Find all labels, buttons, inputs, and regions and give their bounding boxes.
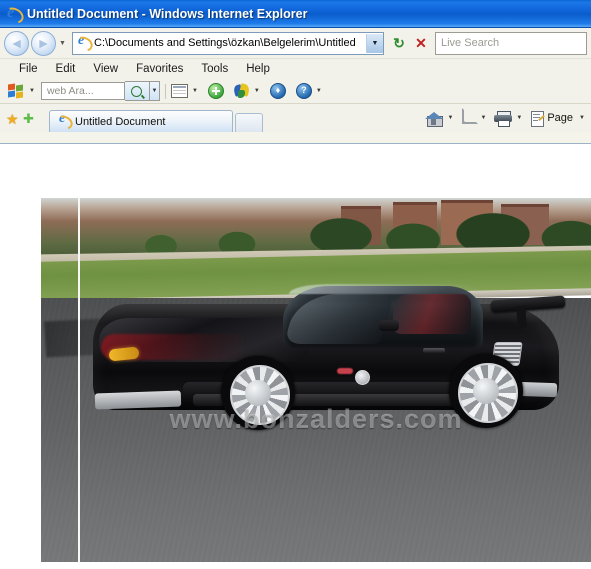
forward-arrow-icon: ► [36, 35, 51, 51]
history-dropdown-button[interactable]: ▼ [56, 32, 69, 54]
address-bar[interactable]: e C:\Documents and Settings\özkan\Belgel… [72, 31, 384, 55]
close-icon: ✕ [415, 34, 427, 51]
door-handle [423, 348, 445, 353]
web-search-button[interactable] [124, 81, 150, 101]
forward-button[interactable]: ► [31, 30, 56, 56]
green-plus-icon[interactable] [207, 83, 224, 99]
home-icon[interactable] [425, 111, 444, 127]
rss-dropdown[interactable]: ▼ [480, 115, 486, 121]
tab-bar: ★ ✚ e Untitled Document ▼ ▼ ▼ Page ▼ [0, 104, 591, 132]
chevron-down-icon: ▼ [371, 39, 379, 47]
fuel-cap [355, 370, 370, 385]
menu-item-help[interactable]: Help [237, 62, 279, 76]
image-seam-line [78, 198, 80, 562]
help-dropdown[interactable]: ▼ [316, 88, 322, 94]
help-question-icon[interactable]: ? [295, 83, 312, 99]
tab-strip: e Untitled Document [49, 108, 263, 132]
internet-explorer-icon: e [1, 3, 27, 27]
messenger-dropdown[interactable]: ▼ [254, 88, 260, 94]
msn-brand-dropdown[interactable]: ▼ [29, 88, 35, 94]
tab-label: Untitled Document [75, 115, 166, 128]
command-bar: ▼ ▼ ▼ Page ▼ [425, 106, 591, 130]
web-search-input[interactable]: web Ara... [40, 82, 125, 100]
form-fill-icon[interactable] [170, 84, 188, 98]
windows-flag-icon[interactable] [8, 83, 25, 99]
tab-untitled-document[interactable]: e Untitled Document [49, 110, 233, 132]
chevron-down-icon: ▼ [151, 88, 158, 94]
address-dropdown-button[interactable]: ▼ [366, 33, 383, 53]
car-photo[interactable]: www.bonzalders.com Black Nissan 350Z spo… [41, 198, 591, 562]
new-tab-button[interactable] [235, 113, 263, 132]
menu-item-tools[interactable]: Tools [192, 62, 237, 76]
front-splitter [94, 390, 182, 410]
chevron-down-icon: ▼ [59, 39, 66, 47]
phishing-filter-icon[interactable]: ♦ [269, 83, 286, 99]
title-bar: e Untitled Document - Windows Internet E… [0, 0, 591, 28]
rear-wheel [449, 354, 523, 428]
menu-item-file[interactable]: File [10, 62, 47, 76]
road-marker [337, 368, 353, 374]
page-dropdown[interactable]: ▼ [579, 115, 585, 121]
toolbar-separator [164, 83, 166, 99]
address-input[interactable]: C:\Documents and Settings\özkan\Belgeler… [94, 36, 366, 50]
msn-toolbar: ▼ web Ara... ▼ ▼ ▼ ♦ ? ▼ [0, 79, 591, 104]
window-title: Untitled Document - Windows Internet Exp… [27, 6, 308, 21]
page-icon[interactable] [530, 110, 546, 127]
front-wheel [221, 356, 295, 430]
refresh-button[interactable]: ↻ [388, 32, 410, 54]
form-fill-dropdown[interactable]: ▼ [192, 88, 198, 94]
side-mirror [379, 320, 399, 331]
search-input[interactable]: Live Search [441, 37, 499, 49]
add-favorite-icon[interactable]: ✚ [23, 112, 40, 126]
menu-item-view[interactable]: View [84, 62, 127, 76]
web-search-placeholder: web Ara... [46, 85, 94, 97]
stop-button[interactable]: ✕ [410, 32, 432, 54]
page-content-area: www.bonzalders.com Black Nissan 350Z spo… [0, 143, 591, 569]
page-command-label[interactable]: Page [547, 112, 573, 124]
back-arrow-icon: ◄ [9, 35, 24, 51]
internet-explorer-window: e Untitled Document - Windows Internet E… [0, 0, 591, 569]
print-icon[interactable] [494, 111, 513, 127]
favorites-star-icon[interactable]: ★ [6, 112, 21, 126]
car-subject [93, 264, 566, 440]
menu-item-edit[interactable]: Edit [47, 62, 85, 76]
magnifier-icon [131, 85, 143, 97]
internet-explorer-icon: e [54, 112, 75, 132]
refresh-icon: ↻ [393, 34, 405, 51]
print-dropdown[interactable]: ▼ [516, 115, 522, 121]
menu-bar: File Edit View Favorites Tools Help [0, 59, 591, 79]
navigation-bar: ◄ ► ▼ e C:\Documents and Settings\özkan\… [0, 28, 591, 59]
rss-feed-icon[interactable] [461, 108, 479, 125]
rear-wing [490, 295, 566, 313]
web-search-dropdown[interactable]: ▼ [149, 81, 160, 101]
messenger-butterfly-icon[interactable] [232, 83, 251, 98]
internet-explorer-icon: e [72, 34, 96, 55]
back-button[interactable]: ◄ [4, 30, 29, 56]
rear-wing-post [516, 305, 527, 329]
live-search-box[interactable]: Live Search [435, 31, 587, 55]
side-window [393, 294, 471, 334]
rear-hub [473, 378, 499, 404]
home-dropdown[interactable]: ▼ [447, 115, 453, 121]
front-hub [245, 380, 271, 406]
menu-item-favorites[interactable]: Favorites [127, 62, 192, 76]
roof-highlight [289, 284, 485, 294]
